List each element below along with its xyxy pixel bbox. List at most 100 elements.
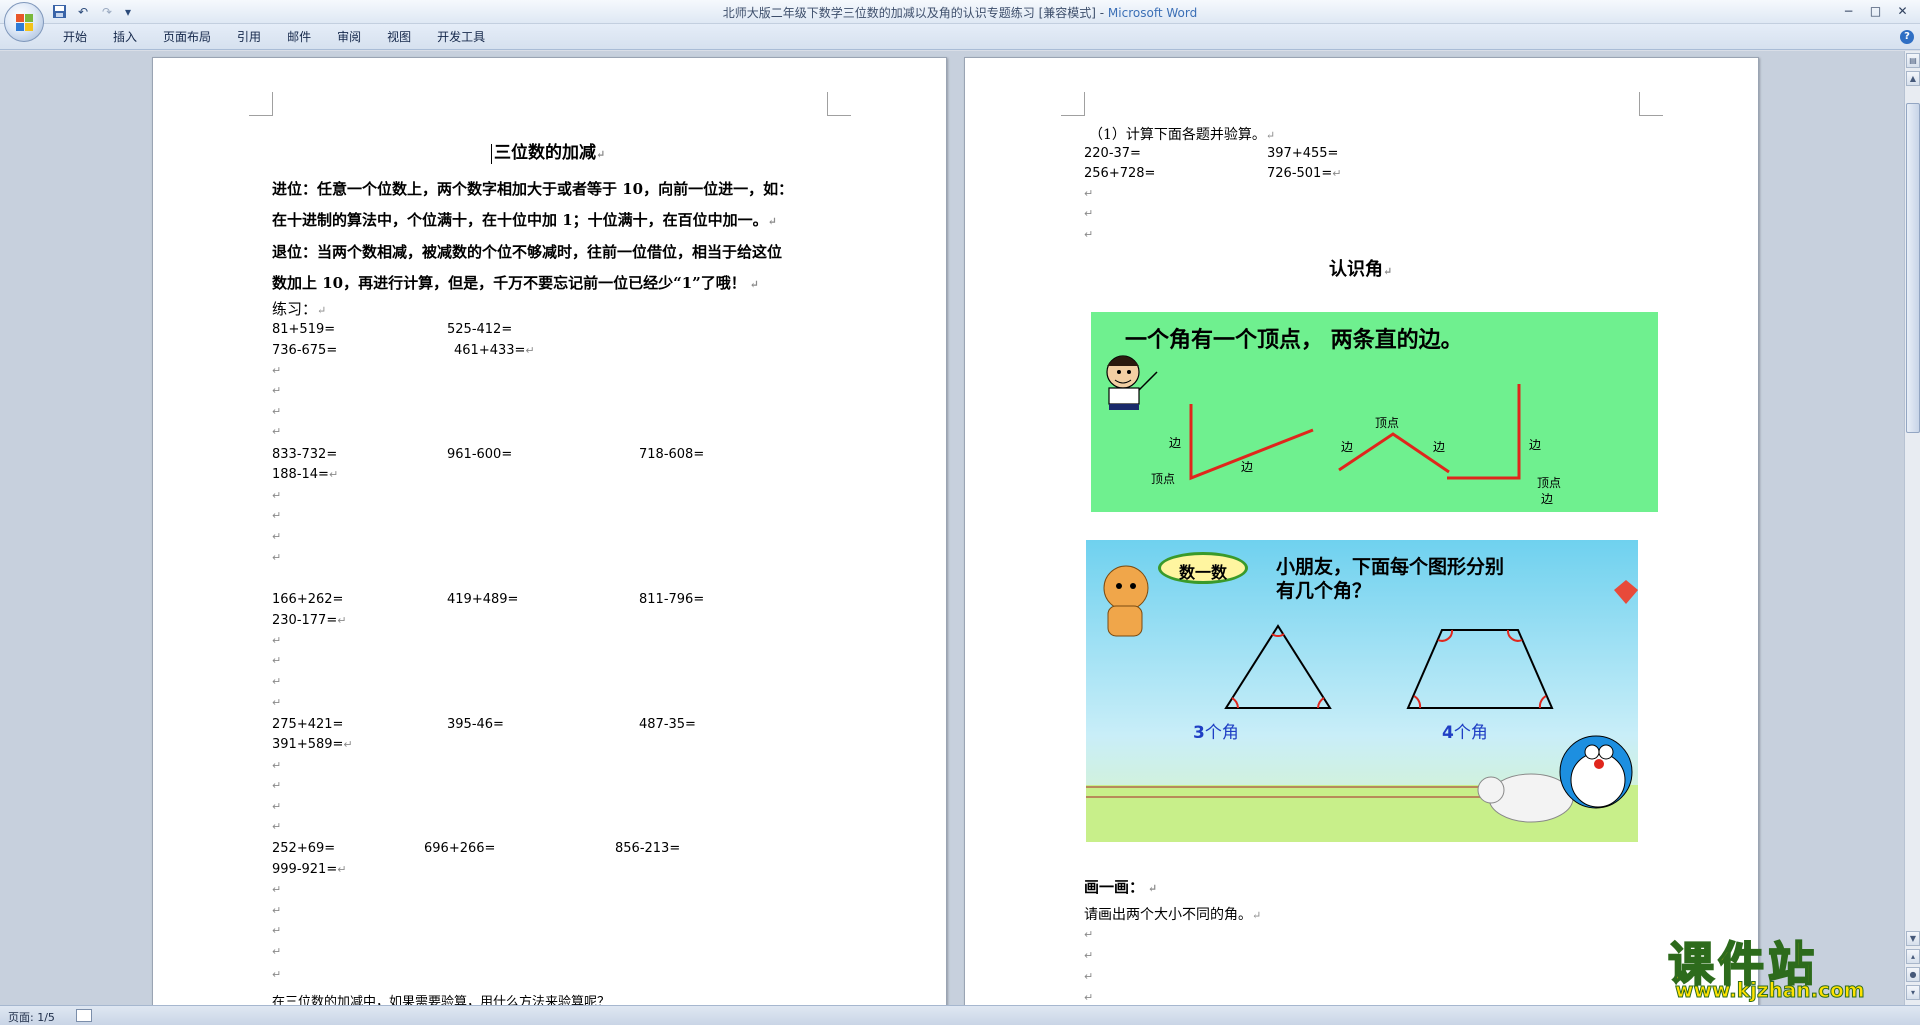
paragraph-mark: ↵ xyxy=(272,945,282,958)
tab-insert[interactable]: 插入 xyxy=(100,24,150,50)
label-side: 边 xyxy=(1341,440,1354,454)
question-1: （1）计算下面各题并验算。↵ xyxy=(1089,127,1276,143)
exercise: 961-600= xyxy=(447,447,513,462)
minimize-button[interactable]: − xyxy=(1835,1,1862,21)
exercise: 833-732= xyxy=(272,447,338,462)
angle-definition-figure: 一个角有一个顶点， 两条直的边。 边 顶点 边 顶点 边 边 边 顶点 边 xyxy=(1091,312,1658,512)
maximize-button[interactable]: □ xyxy=(1862,1,1889,21)
margin-corner xyxy=(1639,92,1663,116)
paragraph-mark: ↵ xyxy=(272,883,282,896)
paragraph-mark: ↵ xyxy=(272,551,282,564)
paragraph-mark: ↵ xyxy=(1084,928,1094,941)
paragraph-mark: ↵ xyxy=(1084,228,1094,241)
exercise: 696+266= xyxy=(424,841,496,856)
tab-home[interactable]: 开始 xyxy=(50,24,100,50)
paragraph-mark: ↵ xyxy=(272,489,282,502)
exercise: 252+69= xyxy=(272,841,336,856)
practice-label: 练习：↵ xyxy=(272,300,327,318)
site-watermark: 课件站 www.kjzhan.com xyxy=(1665,928,1905,1003)
previous-page-icon[interactable]: ▴ xyxy=(1906,949,1920,964)
paragraph-mark: ↵ xyxy=(1084,207,1094,220)
exercise: 230-177=↵ xyxy=(272,613,347,628)
scroll-up-icon[interactable]: ▲ xyxy=(1906,71,1920,86)
paragraph-mark: ↵ xyxy=(272,924,282,937)
document-area[interactable]: 三位数的加减↵ 进位：任意一个位数上，两个数字相加大于或者等于 10，向前一位进… xyxy=(0,51,1904,1005)
paragraph-mark: ↵ xyxy=(272,425,282,438)
page-indicator[interactable]: 页面: 1/5 xyxy=(8,1009,55,1025)
label-vertex: 顶点 xyxy=(1151,472,1176,486)
paragraph-mark: ↵ xyxy=(272,384,282,397)
page-left[interactable]: 三位数的加减↵ 进位：任意一个位数上，两个数字相加大于或者等于 10，向前一位进… xyxy=(152,57,947,1005)
exercise: 256+728= xyxy=(1084,166,1156,181)
question-line: 有几个角？ xyxy=(1276,580,1372,602)
paragraph-mark: ↵ xyxy=(272,759,282,772)
paragraph-mark: ↵ xyxy=(272,634,282,647)
scrollbar-thumb[interactable] xyxy=(1906,103,1920,433)
margin-corner xyxy=(249,92,273,116)
paragraph-mark: ↵ xyxy=(272,779,282,792)
tab-review[interactable]: 审阅 xyxy=(324,24,374,50)
page-right[interactable]: （1）计算下面各题并验算。↵ 220-37= 397+455= 256+728=… xyxy=(964,57,1759,1005)
label-vertex: 顶点 xyxy=(1537,476,1562,490)
exercise: 736-675= xyxy=(272,343,338,358)
draw-instruction: 请画出两个大小不同的角。↵ xyxy=(1084,907,1262,923)
label-side: 边 xyxy=(1169,436,1182,450)
exercise: 726-501=↵ xyxy=(1267,166,1342,181)
section-title: 认识角↵ xyxy=(1329,259,1393,280)
exercise: 397+455= xyxy=(1267,146,1339,161)
badge-text: 数一数 xyxy=(1179,563,1228,582)
vertical-scrollbar[interactable]: ▤ ▲ ▼ ▴ ● ▾ xyxy=(1904,51,1920,1005)
exercise: 487-35= xyxy=(639,717,696,732)
app-name: Microsoft Word xyxy=(1107,6,1198,20)
ribbon-tab-bar: 开始 插入 页面布局 引用 邮件 审阅 视图 开发工具 ? xyxy=(0,24,1920,50)
exercise: 220-37= xyxy=(1084,146,1141,161)
tab-references[interactable]: 引用 xyxy=(224,24,274,50)
title-text: 三位数的加减 xyxy=(494,143,596,163)
trapezoid-caption: 4个角 xyxy=(1442,723,1488,743)
para-line: 数加上 10，再进行计算，但是，千万不要忘记前一位已经少“1”了哦！ ↵ xyxy=(272,274,759,292)
label-side: 边 xyxy=(1529,438,1542,452)
count-badge: 数一数 xyxy=(1158,552,1248,584)
paragraph-mark: ↵ xyxy=(272,509,282,522)
next-page-icon[interactable]: ▾ xyxy=(1906,985,1920,1000)
page-title: 三位数的加减↵ xyxy=(491,138,605,164)
para-line: 进位：任意一个位数上，两个数字相加大于或者等于 10，向前一位进一，如： xyxy=(272,180,794,198)
exercise: 999-921=↵ xyxy=(272,862,347,877)
status-bar: 页面: 1/5 xyxy=(0,1005,1920,1025)
exercise: 811-796= xyxy=(639,592,705,607)
help-icon[interactable]: ? xyxy=(1900,30,1914,44)
paragraph-mark: ↵ xyxy=(1084,970,1094,983)
paragraph-mark: ↵ xyxy=(272,405,282,418)
paragraph-mark: ↵ xyxy=(272,968,282,981)
office-button[interactable] xyxy=(4,2,44,42)
tab-page-layout[interactable]: 页面布局 xyxy=(150,24,224,50)
exercise: 391+589=↵ xyxy=(272,737,353,752)
exercise: 856-213= xyxy=(615,841,681,856)
text-cursor xyxy=(491,143,492,164)
tab-view[interactable]: 视图 xyxy=(374,24,424,50)
close-button[interactable]: ✕ xyxy=(1889,1,1916,21)
paragraph-mark: ↵ xyxy=(272,904,282,917)
tab-developer[interactable]: 开发工具 xyxy=(424,24,498,50)
label-side: 边 xyxy=(1541,492,1554,506)
paragraph-mark: ↵ xyxy=(1084,991,1094,1004)
select-browse-object-icon[interactable]: ● xyxy=(1906,967,1920,982)
paragraph-mark: ↵ xyxy=(272,820,282,833)
para-line: 在十进制的算法中，个位满十，在十位中加 1；十位满十，在百位中加一。↵ xyxy=(272,211,777,229)
tab-mailings[interactable]: 邮件 xyxy=(274,24,324,50)
paragraph-mark: ↵ xyxy=(272,654,282,667)
window-title: 北师大版二年级下数学三位数的加减以及角的认识专题练习 [兼容模式] - Micr… xyxy=(0,4,1920,21)
exercise: 461+433=↵ xyxy=(454,343,535,358)
window-controls: − □ ✕ xyxy=(1835,1,1916,21)
paragraph-mark: ↵ xyxy=(272,696,282,709)
teacher-icon xyxy=(1106,355,1158,410)
scroll-down-icon[interactable]: ▼ xyxy=(1906,931,1920,946)
proofing-icon[interactable] xyxy=(76,1009,92,1022)
margin-corner xyxy=(827,92,851,116)
cat-icon xyxy=(1103,565,1149,637)
label-side: 边 xyxy=(1433,440,1446,454)
exercise: 525-412= xyxy=(447,322,513,337)
ruler-toggle-icon[interactable]: ▤ xyxy=(1906,53,1920,68)
exercise: 275+421= xyxy=(272,717,344,732)
margin-corner xyxy=(1061,92,1085,116)
